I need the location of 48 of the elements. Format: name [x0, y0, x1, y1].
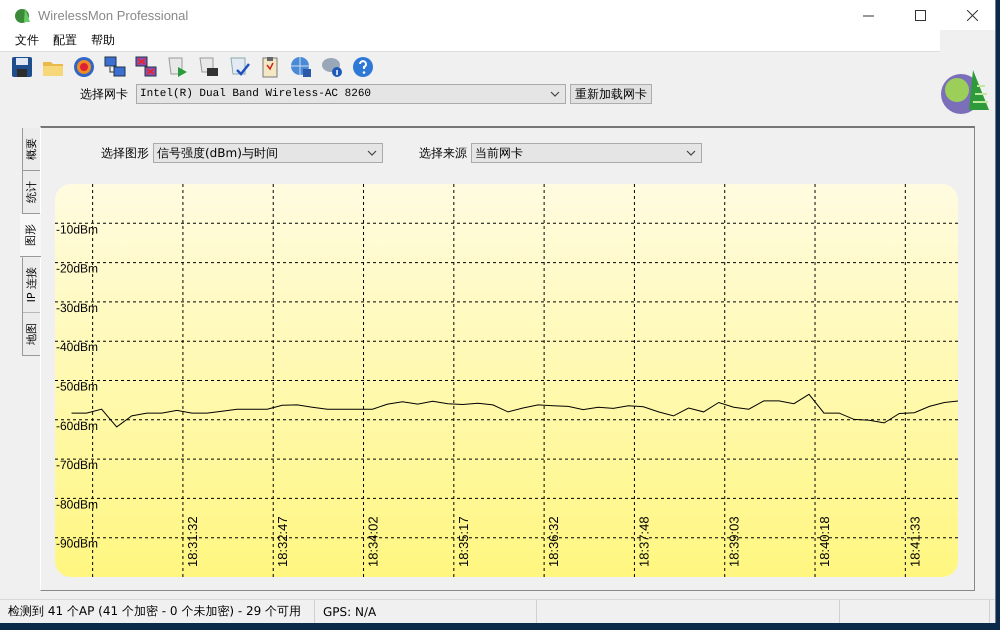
x-axis-label: 18:31:32 [184, 516, 200, 567]
source-dropdown[interactable]: 当前网卡 [471, 143, 702, 163]
side-tab[interactable]: 概要 [22, 128, 40, 171]
y-axis-label: -60dBm [56, 418, 98, 433]
x-axis-label: 18:37:48 [636, 516, 652, 567]
x-axis-label: 18:32:47 [275, 516, 290, 567]
side-tab[interactable]: IP 连接 [22, 257, 40, 314]
adapter-label: 选择网卡 [80, 86, 128, 102]
y-axis-label: -50dBm [56, 380, 98, 394]
adapter-dropdown[interactable]: Intel(R) Dual Band Wireless-AC 8260 [136, 84, 566, 104]
reload-adapter-button[interactable]: 重新加载网卡 [570, 84, 652, 104]
y-axis-label: -30dBm [56, 300, 98, 315]
chevron-down-icon [686, 150, 696, 156]
y-axis-label: -80dBm [56, 497, 98, 512]
side-tab[interactable]: 统计 [22, 171, 40, 214]
y-axis-label: -10dBm [56, 222, 98, 236]
speech-bubble-info-icon[interactable] [320, 55, 344, 79]
side-tab[interactable]: 地图 [22, 313, 40, 356]
close-icon[interactable] [966, 10, 978, 20]
help-icon[interactable] [351, 55, 375, 79]
status-text: GPS: N/A [315, 600, 537, 623]
maximize-icon[interactable] [914, 10, 926, 20]
status-text: 检测到 41 个AP (41 个加密 - 0 个未加密) - 29 个可用 [0, 600, 315, 623]
chevron-down-icon [367, 150, 377, 156]
y-axis-label: -20dBm [56, 262, 98, 276]
x-axis-label: 18:34:02 [366, 516, 381, 567]
menu-item[interactable]: 文件 [8, 32, 46, 49]
target-icon[interactable] [72, 55, 96, 79]
globe-icon[interactable] [289, 55, 313, 79]
app-icon [14, 6, 32, 24]
x-axis-label: 18:39:03 [726, 516, 742, 567]
y-axis-label: -70dBm [56, 458, 98, 472]
connected-computers-icon[interactable] [103, 55, 127, 79]
x-axis-label: 18:35:17 [456, 516, 471, 567]
x-axis-label: 18:36:32 [546, 516, 562, 567]
source-select-label: 选择来源 [419, 144, 467, 162]
disconnected-computers-icon[interactable] [134, 55, 158, 79]
menu-item[interactable]: 帮助 [84, 32, 122, 49]
menu-item[interactable]: 配置 [46, 32, 84, 49]
window-title: WirelessMon Professional [38, 8, 190, 22]
y-axis-label: -40dBm [56, 340, 98, 354]
graph-dropdown[interactable]: 信号强度(dBm)与时间 [153, 143, 383, 163]
chevron-down-icon [550, 91, 560, 97]
side-tab[interactable]: 图形 [20, 214, 41, 257]
x-axis-label: 18:41:33 [907, 516, 922, 567]
x-axis-label: 18:40:18 [817, 516, 832, 567]
graph-select-label: 选择图形 [101, 144, 149, 162]
y-axis-label: -90dBm [56, 536, 98, 551]
